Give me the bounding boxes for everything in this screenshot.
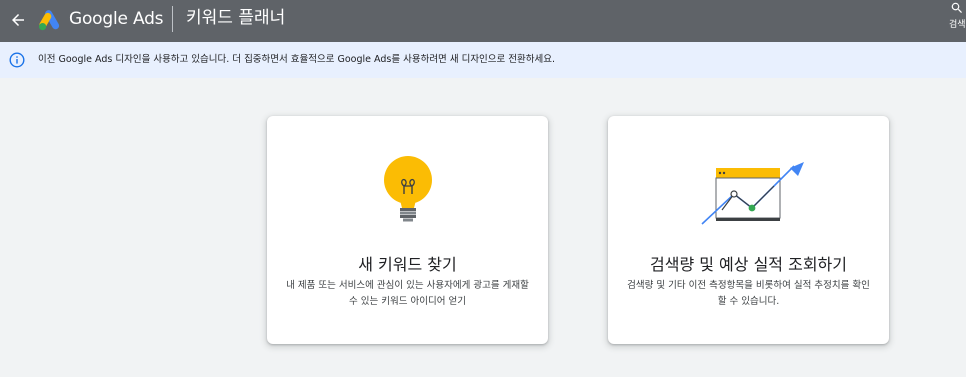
banner-message: 이전 Google Ads 디자인을 사용하고 있습니다. 더 집중하면서 효율… bbox=[38, 54, 556, 65]
top-app-bar: Google Ads 키워드 플래너 검색 bbox=[0, 0, 966, 42]
card-title: 검색량 및 예상 실적 조회하기 bbox=[650, 255, 847, 274]
product-name: Google Ads bbox=[69, 9, 164, 29]
arrow-back-icon bbox=[12, 14, 24, 26]
trend-chart-icon bbox=[701, 162, 804, 225]
search-icon bbox=[951, 2, 962, 13]
card-description: 내 제품 또는 서비스에 관심이 있는 사용자에게 광고를 게재할 수 있는 키… bbox=[286, 280, 529, 307]
back-button[interactable] bbox=[4, 6, 32, 34]
google-ads-logo[interactable] bbox=[38, 9, 63, 31]
search-volume-forecasts-card[interactable]: 검색량 및 예상 실적 조회하기 검색량 및 기타 이전 측정항목을 비롯하여 … bbox=[608, 116, 889, 344]
info-banner: 이전 Google Ads 디자인을 사용하고 있습니다. 더 집중하면서 효율… bbox=[0, 42, 966, 78]
card-title: 새 키워드 찾기 bbox=[358, 255, 457, 274]
card-description: 검색량 및 기타 이전 측정항목을 비롯하여 실적 추정치를 확인할 수 있습니… bbox=[627, 280, 870, 307]
lightbulb-icon bbox=[384, 156, 432, 222]
page-title: 키워드 플래너 bbox=[186, 8, 286, 28]
search-label: 검색 bbox=[949, 20, 966, 30]
find-new-keywords-card[interactable]: 새 키워드 찾기 내 제품 또는 서비스에 관심이 있는 사용자에게 광고를 게… bbox=[267, 116, 548, 344]
info-icon bbox=[9, 52, 25, 68]
search-button[interactable]: 검색 bbox=[944, 0, 966, 40]
header-divider bbox=[172, 6, 173, 32]
